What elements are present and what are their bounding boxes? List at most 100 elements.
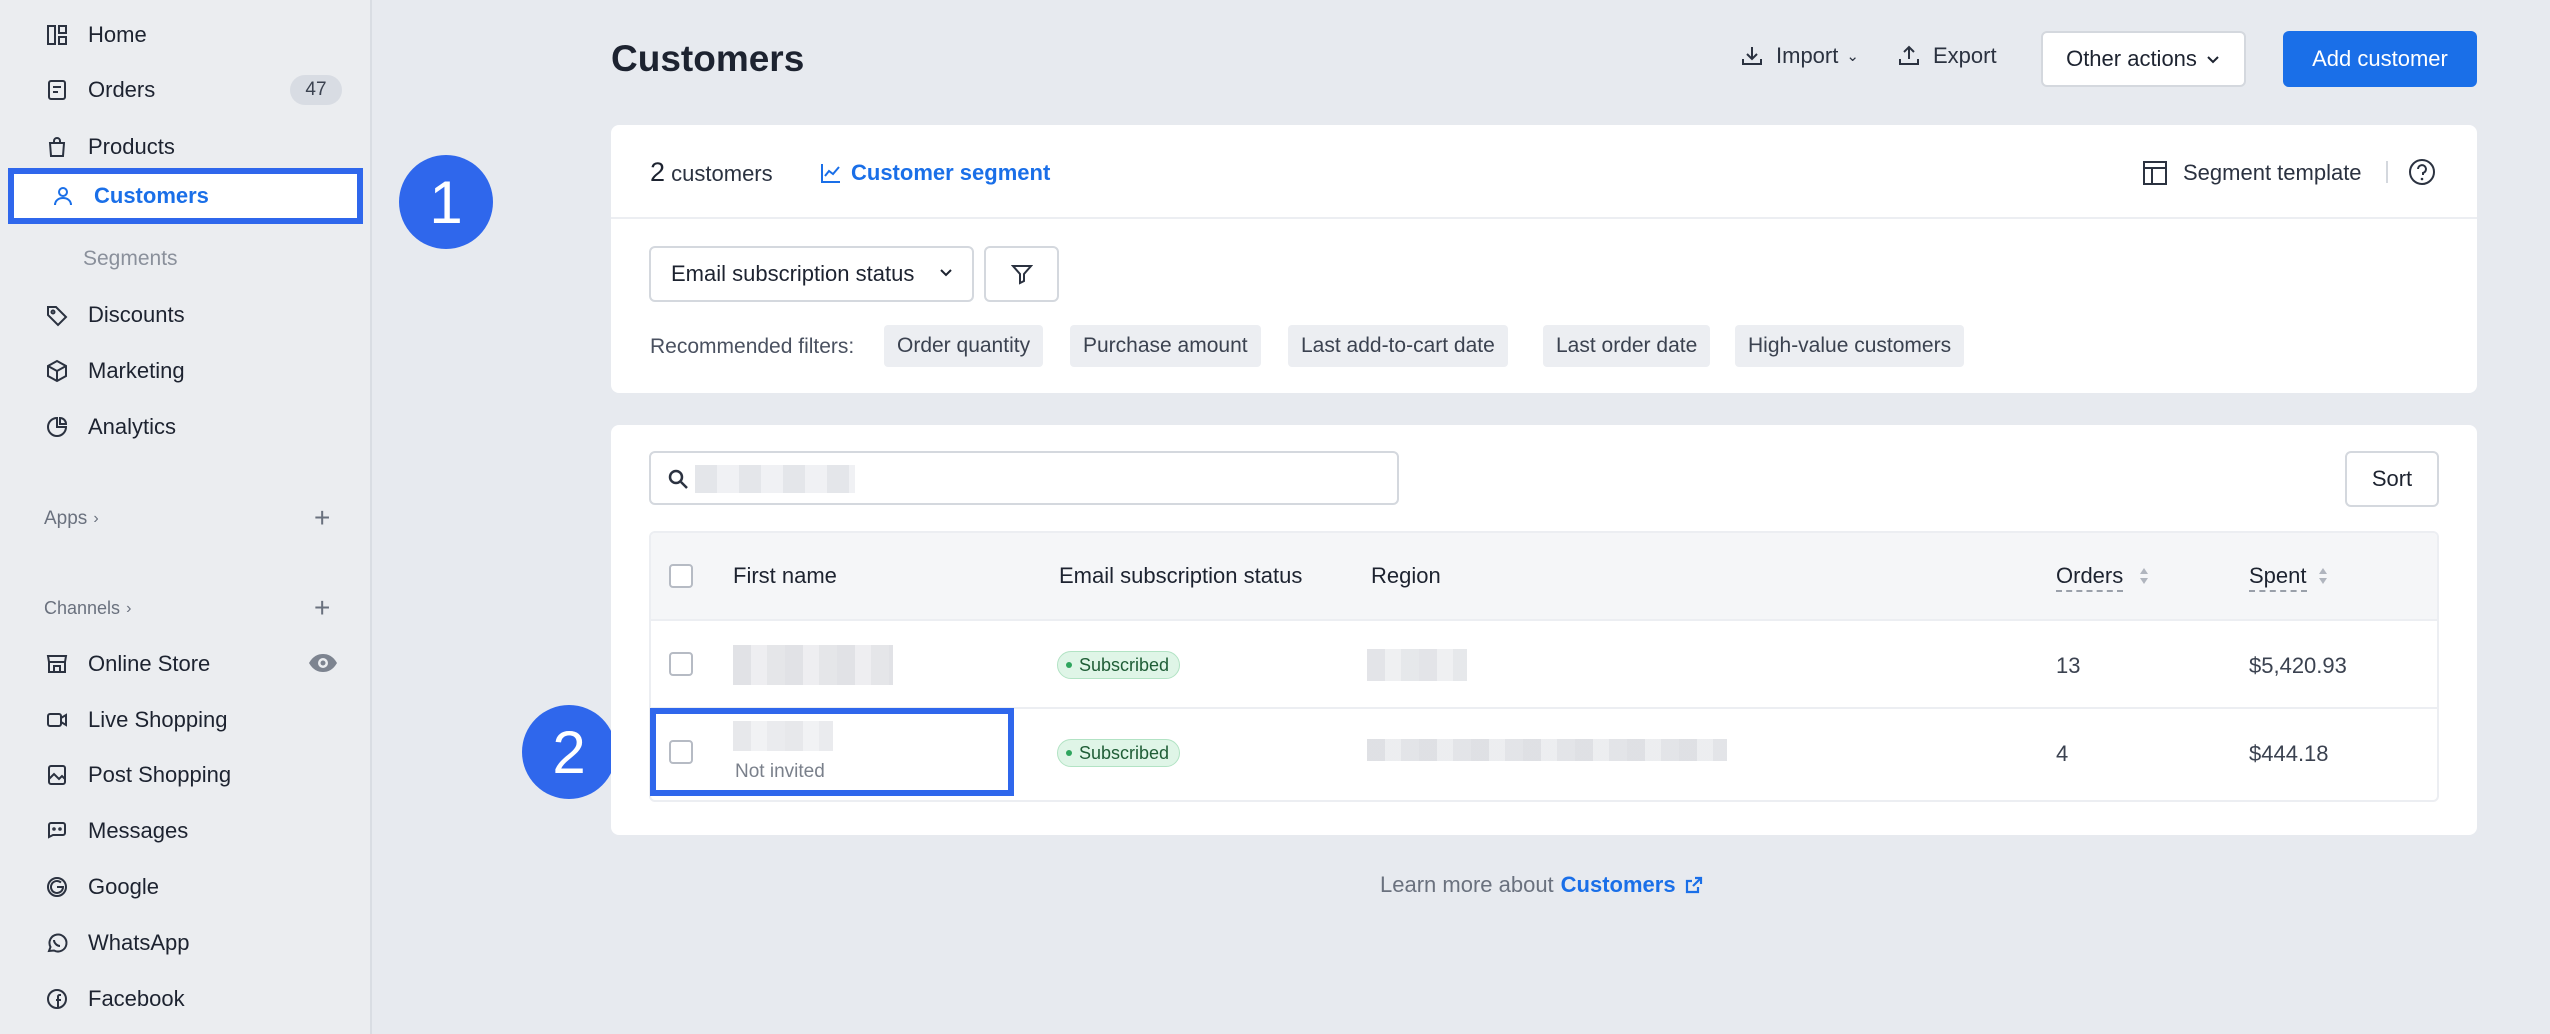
- person-icon: [46, 179, 80, 213]
- sidebar-item-label: WhatsApp: [88, 930, 190, 955]
- help-icon[interactable]: [2407, 157, 2437, 187]
- chat-icon: [40, 814, 74, 848]
- redacted-region: [1367, 739, 1727, 761]
- sidebar-item-marketing[interactable]: Marketing: [40, 348, 185, 394]
- step-marker-1: 1: [399, 155, 493, 249]
- sort-icon[interactable]: [2317, 565, 2329, 587]
- sort-button[interactable]: Sort: [2345, 451, 2439, 507]
- orders-count-badge: 47: [290, 75, 342, 105]
- export-icon: [1899, 45, 1919, 65]
- customers-help-link[interactable]: Customers: [1561, 872, 1704, 898]
- template-icon: [2143, 161, 2167, 185]
- sidebar-item-online-store[interactable]: Online Store: [40, 641, 210, 687]
- sidebar-item-analytics[interactable]: Analytics: [40, 404, 176, 450]
- pie-chart-icon: [40, 410, 74, 444]
- video-icon: [40, 703, 74, 737]
- email-subscription-filter-select[interactable]: Email subscription status: [649, 246, 974, 302]
- orders-cell: 13: [2056, 653, 2081, 678]
- sidebar: Home Orders 47 Products Customers Segmen…: [0, 0, 372, 1034]
- cube-icon: [40, 354, 74, 388]
- facebook-icon: [40, 982, 74, 1016]
- table-row[interactable]: Subscribed 13 $5,420.93: [651, 621, 2437, 709]
- sidebar-item-label: Products: [88, 134, 175, 159]
- sidebar-item-label: Discounts: [88, 302, 185, 327]
- spent-cell: $444.18: [2249, 741, 2329, 766]
- filter-chip[interactable]: Purchase amount: [1070, 325, 1261, 367]
- apps-section-label[interactable]: Apps ›: [44, 508, 99, 530]
- sidebar-item-label: Live Shopping: [88, 707, 228, 732]
- recommended-filters-label: Recommended filters:: [650, 335, 855, 358]
- sidebar-item-customers[interactable]: Customers: [8, 168, 363, 224]
- segment-card-header: 2 customers Customer segment Segment tem…: [611, 125, 2477, 219]
- learn-more-footer: Learn more about Customers: [1380, 872, 1704, 898]
- chevron-right-icon: ›: [93, 510, 99, 527]
- spent-cell: $5,420.93: [2249, 653, 2347, 678]
- customers-table-card: Sort First name Email subscription statu…: [611, 425, 2477, 835]
- eye-icon[interactable]: [308, 651, 338, 675]
- chevron-down-icon: [2207, 56, 2219, 64]
- filter-chip[interactable]: Last order date: [1543, 325, 1711, 367]
- filter-button[interactable]: [984, 246, 1059, 302]
- select-all-checkbox[interactable]: [669, 564, 693, 588]
- add-channel-icon[interactable]: +: [314, 594, 330, 622]
- export-button[interactable]: Export: [1897, 43, 1997, 69]
- whatsapp-icon: [40, 926, 74, 960]
- chevron-down-icon: ⌄: [1846, 48, 1859, 65]
- store-icon: [40, 647, 74, 681]
- add-customer-button[interactable]: Add customer: [2283, 31, 2477, 87]
- google-icon: [40, 870, 74, 904]
- customer-segment-link[interactable]: Customer segment: [819, 160, 1050, 186]
- table-header: First name Email subscription status Reg…: [651, 533, 2437, 621]
- import-button[interactable]: Import ⌄: [1740, 43, 1859, 69]
- chevron-right-icon: ›: [126, 599, 132, 617]
- row-checkbox[interactable]: [669, 652, 693, 676]
- sidebar-item-label: Orders: [88, 77, 156, 102]
- sidebar-item-label: Messages: [88, 818, 189, 843]
- filter-chip[interactable]: High-value customers: [1735, 325, 1965, 367]
- filter-chip[interactable]: Last add-to-cart date: [1288, 325, 1508, 367]
- bag-icon: [40, 130, 74, 164]
- step-marker-2: 2: [522, 705, 616, 799]
- filter-chip[interactable]: Order quantity: [884, 325, 1044, 367]
- redacted-search-text: [695, 465, 855, 493]
- channels-section-label[interactable]: Channels ›: [44, 598, 131, 619]
- column-first-name: First name: [733, 563, 837, 588]
- redacted-name: [733, 645, 893, 685]
- sidebar-item-facebook[interactable]: Facebook: [40, 976, 185, 1022]
- column-spent[interactable]: Spent: [2249, 563, 2307, 592]
- sort-icon[interactable]: [2138, 565, 2150, 587]
- column-orders[interactable]: Orders: [2056, 563, 2124, 592]
- column-email-status: Email subscription status: [1059, 563, 1303, 588]
- sidebar-item-home[interactable]: Home: [40, 12, 147, 58]
- chevron-down-icon: [940, 269, 952, 277]
- line-chart-icon: [821, 164, 840, 183]
- search-input[interactable]: [649, 451, 1399, 505]
- filter-icon: [1010, 265, 1033, 285]
- sidebar-item-post-shopping[interactable]: Post Shopping: [40, 752, 231, 798]
- sidebar-item-live-shopping[interactable]: Live Shopping: [40, 697, 227, 743]
- sidebar-item-orders[interactable]: Orders: [40, 67, 155, 113]
- sidebar-item-products[interactable]: Products: [40, 124, 175, 170]
- sidebar-item-label: Post Shopping: [88, 762, 232, 787]
- highlight-box-step-2: [650, 708, 1014, 796]
- add-app-icon[interactable]: +: [314, 504, 330, 532]
- sidebar-item-segments[interactable]: Segments: [83, 247, 178, 271]
- segment-template-button[interactable]: Segment template: [2141, 159, 2362, 187]
- sidebar-item-discounts[interactable]: Discounts: [40, 292, 185, 338]
- sidebar-item-label: Online Store: [88, 651, 211, 676]
- sidebar-item-label: Home: [88, 22, 147, 47]
- sidebar-item-label: Google: [88, 874, 159, 899]
- customer-count: 2 customers: [650, 157, 773, 187]
- page-title: Customers: [611, 38, 805, 79]
- sidebar-item-whatsapp[interactable]: WhatsApp: [40, 920, 190, 966]
- other-actions-button[interactable]: Other actions: [2041, 31, 2246, 87]
- sidebar-item-google[interactable]: Google: [40, 864, 159, 910]
- image-post-icon: [40, 758, 74, 792]
- external-link-icon: [1685, 876, 1702, 894]
- column-region: Region: [1371, 563, 1441, 588]
- orders-icon: [40, 73, 74, 107]
- sidebar-item-messages[interactable]: Messages: [40, 808, 188, 854]
- home-icon: [40, 18, 74, 52]
- tag-icon: [40, 298, 74, 332]
- import-icon: [1742, 47, 1762, 65]
